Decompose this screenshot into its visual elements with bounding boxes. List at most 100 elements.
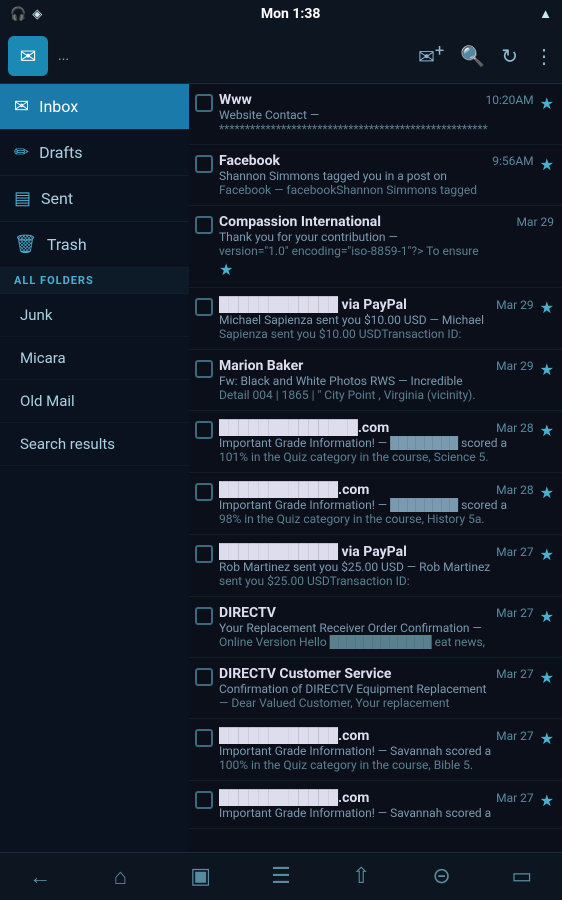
email-subject: Important Grade Information! — ████████ … (219, 498, 509, 512)
email-time: Mar 29 (516, 215, 554, 229)
trash-icon: 🗑 (14, 234, 37, 255)
email-checkbox[interactable] (195, 668, 213, 686)
account-name[interactable]: ... (58, 48, 408, 64)
email-sender: DIRECTV (219, 605, 492, 621)
email-time: Mar 27 (496, 667, 534, 681)
headphone-icon: 🎧 (10, 7, 26, 22)
header-actions: ✉+ 🔍 ↻ ⋮ (418, 42, 554, 69)
email-item[interactable]: DIRECTV Customer Service Mar 27 Confirma… (189, 658, 562, 719)
email-item[interactable]: Marion Baker Mar 29 Fw: Black and White … (189, 350, 562, 411)
email-subject: Important Grade Information! — Savannah … (219, 806, 509, 820)
search-button[interactable]: 🔍 (460, 44, 485, 68)
email-time: 9:56AM (492, 154, 533, 168)
email-content: Www 10:20AM Website Contact — **********… (219, 92, 534, 136)
email-checkbox[interactable] (195, 791, 213, 809)
email-header-row: ████████████ via PayPal Mar 27 (219, 543, 534, 560)
email-content: ██████████████.com Mar 28 Important Grad… (219, 419, 534, 464)
email-time: Mar 27 (496, 729, 534, 743)
email-checkbox[interactable] (195, 421, 213, 439)
sidebar-item-sent[interactable]: ▤ Sent (0, 176, 189, 222)
email-content: ████████████ via PayPal Mar 27 Rob Marti… (219, 543, 534, 588)
email-time: Mar 29 (496, 359, 534, 373)
email-subject: Thank you for your contribution — versio… (219, 230, 509, 258)
email-time: Mar 28 (496, 483, 534, 497)
sidebar-item-junk[interactable]: Junk (0, 294, 189, 337)
nav-bookmark-button[interactable]: ⊝ (401, 853, 481, 900)
star-icon[interactable]: ★ (540, 298, 554, 317)
email-item[interactable]: ████████████ via PayPal Mar 27 Rob Marti… (189, 535, 562, 597)
email-checkbox[interactable] (195, 216, 213, 234)
star-icon[interactable]: ★ (540, 729, 554, 748)
star-icon[interactable]: ★ (540, 545, 554, 564)
email-sender: Marion Baker (219, 358, 492, 374)
email-item[interactable]: Www 10:20AM Website Contact — **********… (189, 84, 562, 145)
email-item[interactable]: ████████████.com Mar 27 Important Grade … (189, 781, 562, 829)
nav-back-button[interactable]: ← (0, 853, 80, 900)
email-content: ████████████.com Mar 27 Important Grade … (219, 789, 534, 820)
email-header-row: ████████████ via PayPal Mar 29 (219, 296, 534, 313)
nav-home-button[interactable]: ⌂ (80, 853, 160, 900)
micara-label: Micara (20, 349, 66, 367)
email-content: Marion Baker Mar 29 Fw: Black and White … (219, 358, 534, 402)
sidebar-item-micara[interactable]: Micara (0, 337, 189, 380)
email-checkbox[interactable] (195, 298, 213, 316)
email-checkbox[interactable] (195, 155, 213, 173)
email-checkbox[interactable] (195, 360, 213, 378)
status-bar: 🎧 ◈ Mon 1:38 ▲ (0, 0, 562, 28)
email-checkbox[interactable] (195, 607, 213, 625)
sent-icon: ▤ (14, 188, 31, 209)
email-header-row: DIRECTV Customer Service Mar 27 (219, 666, 534, 682)
star-icon[interactable]: ★ (540, 155, 554, 174)
sidebar-item-search-results[interactable]: Search results (0, 423, 189, 466)
email-item[interactable]: Facebook 9:56AM Shannon Simmons tagged y… (189, 145, 562, 206)
star-icon[interactable]: ★ (540, 791, 554, 810)
search-results-label: Search results (20, 435, 115, 453)
email-item[interactable]: ██████████████.com Mar 28 Important Grad… (189, 411, 562, 473)
email-item[interactable]: ████████████.com Mar 28 Important Grade … (189, 473, 562, 535)
star-icon[interactable]: ★ (540, 668, 554, 687)
star-icon[interactable]: ★ (540, 607, 554, 626)
email-preview: Sapienza sent you $10.00 USDTransaction … (219, 327, 509, 341)
email-checkbox[interactable] (195, 94, 213, 112)
star-icon[interactable]: ★ (540, 421, 554, 440)
compose-button[interactable]: ✉+ (418, 42, 444, 69)
refresh-button[interactable]: ↻ (501, 44, 518, 68)
email-content: Facebook 9:56AM Shannon Simmons tagged y… (219, 153, 534, 197)
sidebar-item-label: Sent (41, 189, 73, 208)
nav-screen-button[interactable]: ▭ (482, 853, 562, 900)
email-content: ████████████ via PayPal Mar 29 Michael S… (219, 296, 534, 341)
email-sender: ██████████████.com (219, 419, 492, 436)
email-sender: DIRECTV Customer Service (219, 666, 492, 682)
nav-windows-button[interactable]: ▣ (161, 853, 241, 900)
email-item[interactable]: ████████████.com Mar 27 Important Grade … (189, 719, 562, 781)
more-button[interactable]: ⋮ (534, 44, 554, 68)
main-content: ✉ Inbox ✏ Drafts ▤ Sent 🗑 Trash ALL FOLD… (0, 84, 562, 852)
email-content: DIRECTV Mar 27 Your Replacement Receiver… (219, 605, 534, 649)
email-item[interactable]: DIRECTV Mar 27 Your Replacement Receiver… (189, 597, 562, 658)
nav-share-button[interactable]: ⇧ (321, 853, 401, 900)
sidebar-item-label: Drafts (39, 143, 82, 162)
email-item[interactable]: ████████████ via PayPal Mar 29 Michael S… (189, 288, 562, 350)
email-header-row: ████████████.com Mar 27 (219, 789, 534, 806)
email-header-row: Marion Baker Mar 29 (219, 358, 534, 374)
star-icon[interactable]: ★ (219, 260, 554, 279)
sidebar-item-old-mail[interactable]: Old Mail (0, 380, 189, 423)
email-sender: ████████████.com (219, 789, 492, 806)
email-header-row: Www 10:20AM (219, 92, 534, 108)
sidebar-item-inbox[interactable]: ✉ Inbox (0, 84, 189, 130)
email-sender: ████████████ via PayPal (219, 543, 492, 560)
sidebar-item-drafts[interactable]: ✏ Drafts (0, 130, 189, 176)
inbox-icon: ✉ (14, 96, 29, 117)
email-checkbox[interactable] (195, 545, 213, 563)
star-icon[interactable]: ★ (540, 483, 554, 502)
star-icon[interactable]: ★ (540, 360, 554, 379)
star-icon[interactable]: ★ (540, 94, 554, 113)
email-item[interactable]: Compassion International Mar 29 Thank yo… (189, 206, 562, 288)
email-checkbox[interactable] (195, 483, 213, 501)
nav-menu-button[interactable]: ☰ (241, 853, 321, 900)
email-time: Mar 29 (496, 298, 534, 312)
email-subject: Shannon Simmons tagged you in a post on (219, 169, 509, 183)
sidebar-item-trash[interactable]: 🗑 Trash (0, 222, 189, 268)
email-checkbox[interactable] (195, 729, 213, 747)
email-header-row: Facebook 9:56AM (219, 153, 534, 169)
